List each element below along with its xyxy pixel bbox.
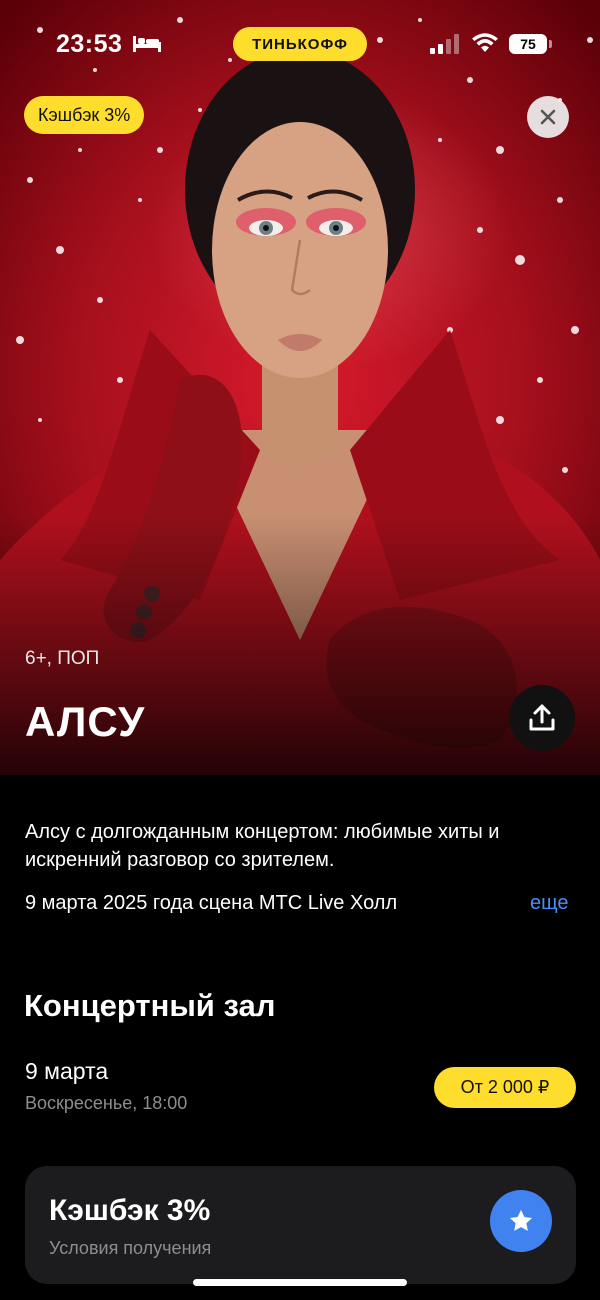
venue-title: Концертный зал (24, 988, 276, 1023)
share-button[interactable] (509, 685, 575, 751)
brand-logo: ТИНЬКОФФ (233, 27, 367, 61)
status-time: 23:53 (56, 30, 123, 58)
more-link[interactable]: еще (530, 892, 568, 915)
cashback-card-title: Кэшбэк 3% (49, 1194, 211, 1227)
wifi-icon (472, 33, 498, 52)
share-icon (529, 704, 555, 731)
cashback-card[interactable]: Кэшбэк 3% Условия получения (25, 1166, 576, 1284)
home-indicator (193, 1279, 407, 1286)
event-date-venue: 9 марта 2025 года сцена МТС Live Холл (25, 892, 398, 914)
session-date: 9 марта (25, 1058, 109, 1084)
close-icon (540, 109, 556, 125)
star-icon (509, 1209, 533, 1231)
battery-icon: 75 (509, 34, 552, 54)
signal-icon (430, 34, 459, 54)
star-button[interactable] (490, 1190, 552, 1252)
event-genre: 6+, ПОП (25, 648, 100, 669)
sleep-icon (133, 36, 161, 52)
cashback-conditions-link[interactable]: Условия получения (49, 1238, 211, 1259)
event-description: Алсу с долгожданным концертом: любимые х… (25, 821, 500, 871)
close-button[interactable] (527, 96, 569, 138)
cashback-badge: Кэшбэк 3% (24, 96, 145, 134)
price-button[interactable]: От 2 000 ₽ (434, 1067, 576, 1108)
event-title: АЛСУ (25, 698, 146, 745)
session-time: Воскресенье, 18:00 (25, 1093, 188, 1113)
